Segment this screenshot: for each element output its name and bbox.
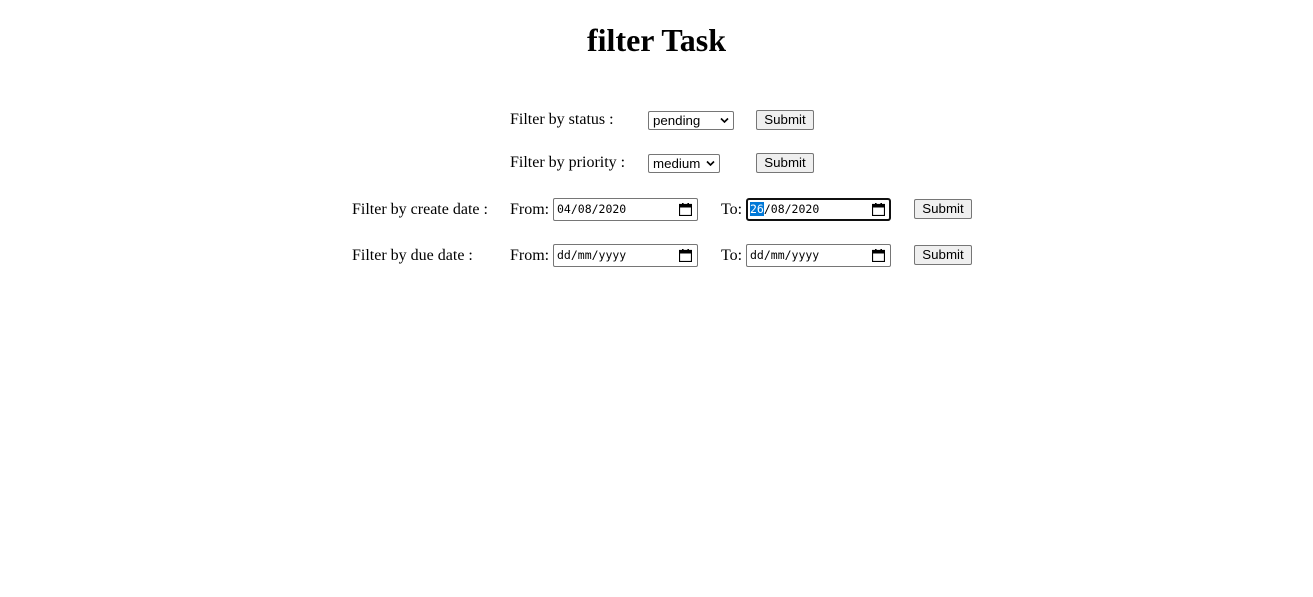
calendar-icon[interactable] bbox=[679, 203, 692, 216]
page-title: filter Task bbox=[587, 22, 726, 58]
status-select[interactable]: pending bbox=[648, 111, 734, 130]
due-date-submit-button[interactable]: Submit bbox=[914, 245, 972, 265]
create-date-filter-label: Filter by create date : bbox=[352, 201, 488, 218]
chevron-down-icon bbox=[706, 160, 715, 167]
priority-submit-button[interactable]: Submit bbox=[756, 153, 814, 173]
filter-task-page: filter Task Filter by status : pending S… bbox=[0, 0, 1313, 597]
due-date-to-input[interactable]: dd/mm/yyyy bbox=[746, 244, 891, 267]
create-date-from-value: 04/08/2020 bbox=[557, 202, 627, 216]
due-date-from-label: From: bbox=[510, 247, 550, 264]
calendar-icon[interactable] bbox=[872, 249, 885, 262]
create-date-submit-button[interactable]: Submit bbox=[914, 199, 972, 219]
status-select-value: pending bbox=[653, 113, 701, 128]
create-date-from-label: From: bbox=[510, 201, 550, 218]
due-date-to-label: To: bbox=[721, 247, 743, 264]
due-date-from-value: dd/mm/yyyy bbox=[557, 248, 627, 262]
status-filter-label: Filter by status : bbox=[510, 111, 614, 128]
due-date-to-value: dd/mm/yyyy bbox=[750, 248, 820, 262]
calendar-icon[interactable] bbox=[872, 203, 885, 216]
chevron-down-icon bbox=[720, 117, 729, 124]
create-date-from-input[interactable]: 04/08/2020 bbox=[553, 198, 698, 221]
calendar-icon[interactable] bbox=[679, 249, 692, 262]
create-date-to-day-segment[interactable]: 26 bbox=[750, 202, 764, 216]
create-date-to-rest: /08/2020 bbox=[763, 202, 820, 216]
create-date-to-input[interactable]: 26/08/2020 bbox=[746, 198, 891, 221]
due-date-filter-label: Filter by due date : bbox=[352, 247, 473, 264]
due-date-from-input[interactable]: dd/mm/yyyy bbox=[553, 244, 698, 267]
priority-select[interactable]: medium bbox=[648, 154, 720, 173]
priority-filter-label: Filter by priority : bbox=[510, 154, 626, 171]
priority-select-value: medium bbox=[653, 156, 701, 171]
create-date-to-label: To: bbox=[721, 201, 743, 218]
status-submit-button[interactable]: Submit bbox=[756, 110, 814, 130]
